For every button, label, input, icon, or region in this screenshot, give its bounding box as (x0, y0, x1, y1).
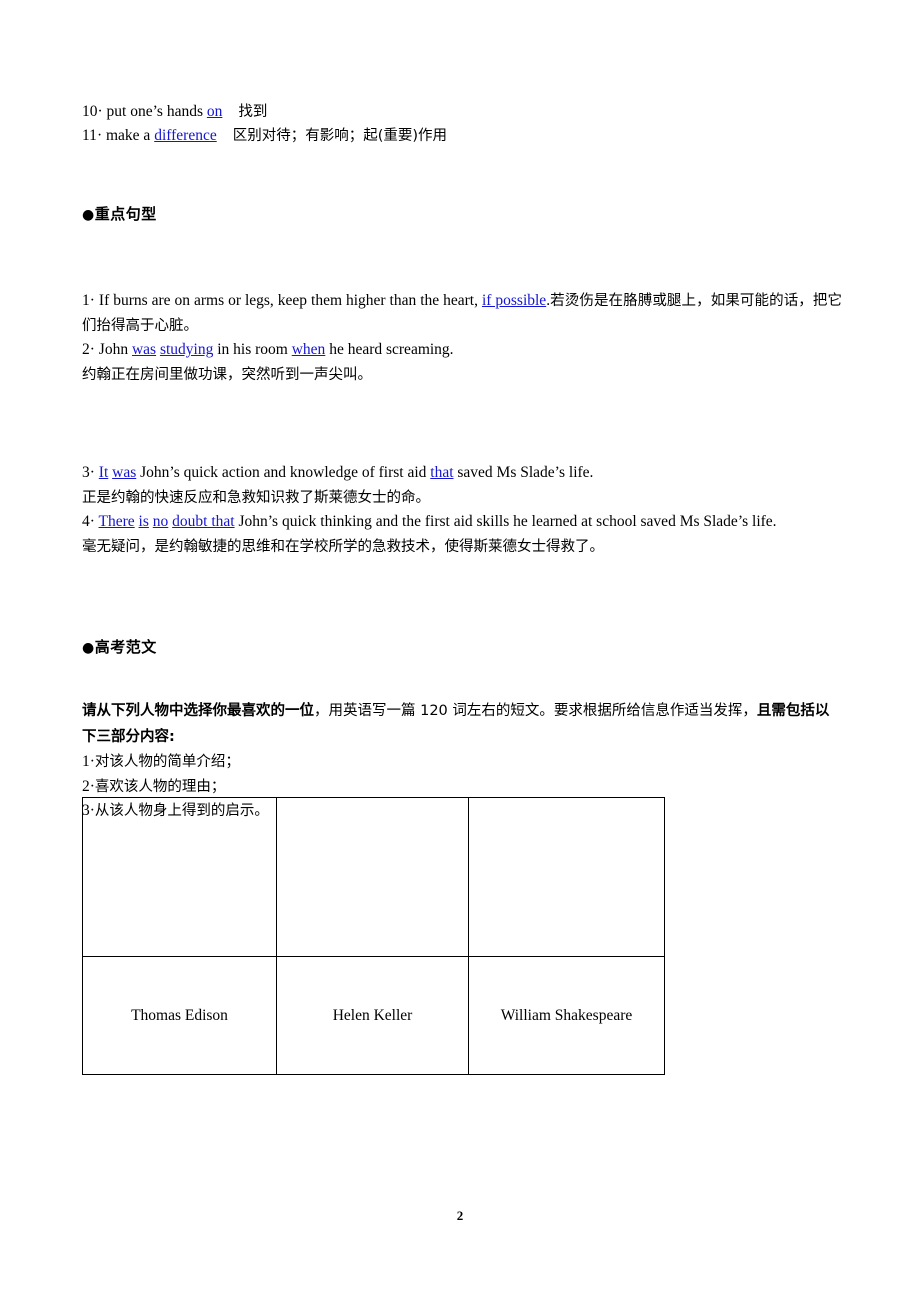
name-cell-3: William Shakespeare (468, 956, 665, 1075)
sentence-pattern-3-translation: 正是约翰的快速反应和急救知识救了斯莱德女士的命。 (82, 486, 842, 511)
item-separator: · (89, 513, 95, 530)
vocab-phrase-pre: put one’s hands (106, 103, 207, 120)
vocab-phrase-pre: make a (105, 127, 155, 144)
sentence-pattern-2: 2· John was studying in his room when he… (82, 338, 842, 363)
item-number: 4 (82, 513, 90, 530)
item-number: 1 (82, 292, 90, 309)
table-row-names: Thomas Edison Helen Keller William Shake… (82, 956, 665, 1075)
vocab-phrase-link[interactable]: difference (154, 127, 217, 144)
requirement-text: 对该人物的简单介绍； (94, 754, 240, 770)
section-heading-label: 高考范文 (94, 638, 157, 656)
sentence-pattern-3: 3· It was John’s quick action and knowle… (82, 461, 842, 486)
section-heading-label: 重点句型 (94, 205, 157, 223)
image-cell-helen-keller (276, 797, 469, 957)
section-heading-key-sentence-patterns: ●重点句型 (82, 204, 842, 225)
sentence-pattern-4-translation: 毫无疑问，是约翰敏捷的思维和在学校所学的急救技术，使得斯莱德女士得救了。 (82, 535, 842, 560)
sentence-en-highlight[interactable]: doubt that (172, 513, 234, 530)
vocab-phrase-link[interactable]: on (207, 103, 223, 120)
requirement-text: 喜欢该人物的理由； (94, 778, 226, 795)
image-cell-william-shakespeare (468, 797, 665, 957)
vocab-item-11: 11· make a difference 区别对待；有影响；起(重要)作用 (82, 124, 842, 148)
name-cell-1: Thomas Edison (82, 956, 277, 1075)
sentence-en-highlight[interactable]: was (112, 464, 136, 481)
requirement-item-2: 2·喜欢该人物的理由； (82, 775, 842, 800)
sentence-translation: 毫无疑问，是约翰敏捷的思维和在学校所学的急救技术，使得斯莱德女士得救了。 (82, 538, 604, 555)
name-cell-2: Helen Keller (276, 956, 469, 1075)
item-separator: · (89, 464, 95, 481)
table-row-images (82, 797, 665, 957)
vocab-number: 11 (82, 127, 97, 144)
sentence-pattern-2-translation: 约翰正在房间里做功课，突然听到一声尖叫。 (82, 363, 842, 388)
section-heading-model-essay: ●高考范文 (82, 637, 842, 658)
sentence-en-part: he heard screaming. (325, 341, 454, 358)
sentence-translation: 约翰正在房间里做功课，突然听到一声尖叫。 (82, 366, 372, 383)
vocab-separator: · (97, 103, 103, 120)
sentence-en-part: saved Ms Slade’s life. (453, 464, 594, 481)
sentence-en-highlight[interactable]: was (132, 341, 156, 358)
item-separator: · (89, 341, 95, 358)
sentence-en-highlight[interactable]: no (153, 513, 169, 530)
bullet-icon: ● (82, 640, 95, 656)
requirement-number: 2 (82, 777, 90, 795)
sentence-en-part: John (98, 341, 132, 358)
item-number: 3 (82, 464, 90, 481)
page-number: 2 (456, 1208, 464, 1223)
writing-prompt: 请从下列人物中选择你最喜欢的一位，用英语写一篇 120 词左右的短文。要求根据所… (82, 698, 842, 750)
sentence-translation: 正是约翰的快速反应和急救知识救了斯莱德女士的命。 (82, 489, 430, 506)
sentence-en-highlight[interactable]: if possible (482, 292, 546, 309)
vocab-number: 10 (82, 103, 98, 120)
vocab-item-10: 10· put one’s hands on 找到 (82, 100, 842, 124)
sentence-en-part: in his room (213, 341, 292, 358)
document-page: 10· put one’s hands on 找到 11· make a diff… (0, 0, 920, 1302)
vocab-gloss: 找到 (238, 104, 268, 120)
requirement-number: 1 (82, 753, 90, 770)
vocab-gloss: 区别对待；有影响；起(重要)作用 (232, 128, 448, 144)
page-content: 10· put one’s hands on 找到 11· make a diff… (82, 100, 842, 824)
item-number: 2 (82, 341, 90, 358)
sentence-en-highlight[interactable]: There (99, 513, 135, 530)
sentence-en-highlight[interactable]: It (99, 464, 108, 481)
sentence-en-highlight[interactable]: is (139, 513, 149, 530)
requirement-item-1: 1·对该人物的简单介绍； (82, 750, 842, 775)
sentence-en-part: If burns are on arms or legs, keep them … (98, 292, 482, 309)
vocab-separator: · (96, 127, 103, 144)
writing-prompt-bold-lead: 请从下列人物中选择你最喜欢的一位 (82, 703, 314, 719)
item-separator: · (89, 292, 95, 309)
sentence-en-part: John’s quick thinking and the first aid … (234, 513, 777, 530)
sentence-pattern-4: 4· There is no doubt that John’s quick t… (82, 510, 842, 535)
bullet-icon: ● (82, 207, 95, 223)
image-cell-thomas-edison (82, 797, 277, 957)
writing-prompt-body: ，用英语写一篇 120 词左右的短文。要求根据所给信息作适当发挥， (314, 703, 757, 719)
sentence-en-highlight[interactable]: that (430, 464, 453, 481)
sentence-en-highlight[interactable]: studying (160, 341, 213, 358)
sentence-en-highlight[interactable]: when (292, 341, 326, 358)
sentence-en-part: John’s quick action and knowledge of fir… (136, 464, 431, 481)
figure-table: Thomas Edison Helen Keller William Shake… (82, 797, 665, 1075)
sentence-pattern-1: 1· If burns are on arms or legs, keep th… (82, 289, 842, 338)
